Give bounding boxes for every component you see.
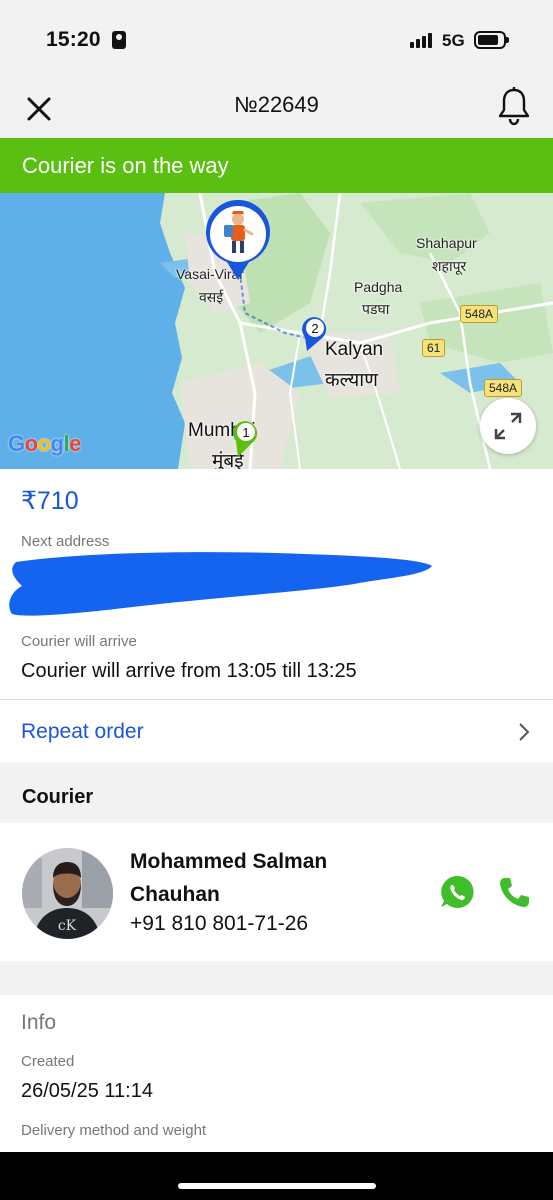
status-time: 15:20 (46, 28, 101, 51)
home-bar-zone (0, 1152, 553, 1200)
map-label-kalyan: Kalyan (325, 339, 384, 360)
map-marker-1-label: 1 (242, 425, 249, 440)
road-badge: 61 (422, 339, 446, 357)
info-section-title: Info (21, 1011, 57, 1034)
delivery-map[interactable]: Vasai-Virar वसई Shahapur शहापूर Padgha प… (0, 193, 553, 469)
section-spacer (0, 961, 553, 995)
courier-phone[interactable]: +91 810 801-71-26 (130, 912, 308, 936)
expand-map-button[interactable] (480, 398, 536, 454)
map-label-shahapur: Shahapur (416, 235, 477, 251)
delivery-status-text: Courier is on the way (22, 153, 229, 178)
notifications-button[interactable] (496, 86, 532, 126)
phone-icon (500, 878, 529, 907)
created-value: 26/05/25 11:14 (21, 1080, 153, 1102)
courier-section-title: Courier (22, 786, 94, 808)
road-badge: 548A (484, 379, 523, 397)
map-label-padgha: Padgha (354, 279, 403, 295)
map-marker-2[interactable]: 2 (301, 315, 329, 355)
repeat-order-button[interactable]: Repeat order (0, 700, 553, 762)
order-number-title: №22649 (234, 92, 319, 117)
call-button[interactable] (497, 875, 531, 909)
road-badge: 548A (460, 305, 499, 323)
chevron-right-icon (519, 723, 530, 741)
map-label-kalyan-local: कल्याण (325, 370, 378, 391)
courier-name: Mohammed Salman Chauhan (130, 850, 328, 906)
top-bar: №22649 (0, 76, 553, 138)
courier-card: cK Mohammed Salman Chauhan +91 810 801-7… (0, 823, 553, 961)
map-label-padgha-local: पडघा (362, 301, 390, 317)
google-logo: Google (8, 431, 81, 456)
address-redaction (9, 552, 433, 616)
whatsapp-icon (441, 875, 474, 908)
map-marker-1[interactable]: 1 (232, 419, 260, 459)
delivery-status-banner: Courier is on the way (0, 138, 553, 193)
expand-icon (494, 412, 522, 440)
courier-section-header: Courier (0, 762, 553, 823)
whatsapp-button[interactable] (438, 873, 476, 911)
repeat-order-label: Repeat order (21, 720, 144, 743)
map-label-shahapur-local: शहापूर (432, 258, 467, 274)
status-bar: 15:20 5G (0, 0, 553, 76)
arrival-label: Courier will arrive (21, 633, 137, 650)
order-price: ₹710 (21, 487, 79, 515)
network-type: 5G (442, 31, 465, 50)
battery-icon (474, 31, 509, 49)
created-label: Created (21, 1053, 75, 1070)
bell-icon (498, 87, 530, 126)
svg-text:cK: cK (58, 918, 77, 934)
orientation-lock-icon (112, 31, 126, 49)
courier-pin-icon[interactable] (203, 200, 273, 282)
home-indicator[interactable] (178, 1183, 376, 1189)
delivery-method-label: Delivery method and weight (21, 1122, 207, 1139)
map-marker-2-label: 2 (311, 321, 318, 336)
arrival-value: Courier will arrive from 13:05 till 13:2… (21, 660, 357, 682)
map-label-vasai-local: वसई (199, 289, 224, 305)
signal-icon (410, 32, 436, 48)
avatar: cK (22, 848, 113, 939)
